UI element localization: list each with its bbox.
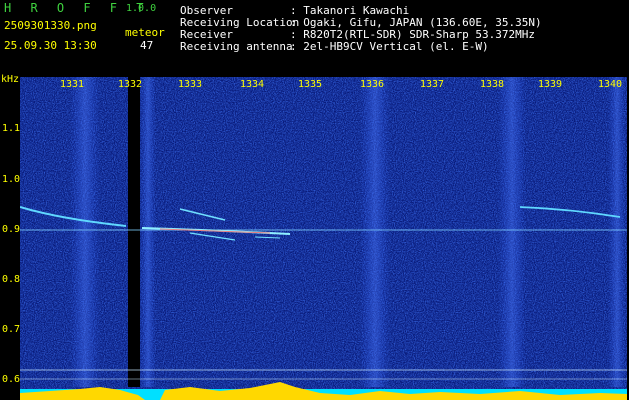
y-tick: 1.1 bbox=[2, 123, 21, 134]
x-tick: 1336 bbox=[360, 79, 385, 90]
noise-band bbox=[360, 77, 390, 387]
antenna-value: : 2el-HB9CV Vertical (el. E-W) bbox=[290, 40, 489, 53]
noise-band bbox=[70, 77, 100, 387]
y-tick: 0.8 bbox=[2, 274, 21, 285]
filename-label: 2509301330.png bbox=[4, 19, 97, 32]
y-tick: 0.9 bbox=[2, 224, 21, 235]
noise-band bbox=[140, 77, 156, 387]
meteor-label: meteor bbox=[125, 26, 165, 39]
data-gap bbox=[128, 77, 140, 387]
y-tick: 0.6 bbox=[2, 374, 21, 385]
x-tick: 1332 bbox=[118, 79, 143, 90]
y-axis-unit: kHz bbox=[1, 74, 20, 85]
x-tick: 1339 bbox=[538, 79, 563, 90]
x-tick: 1335 bbox=[298, 79, 323, 90]
waterfall-noise bbox=[20, 77, 627, 400]
noise-band bbox=[608, 77, 626, 387]
x-tick: 1340 bbox=[598, 79, 623, 90]
app-version: 1.0.0 bbox=[126, 3, 157, 14]
datetime-label: 25.09.30 13:30 bbox=[4, 39, 97, 52]
x-tick: 1334 bbox=[240, 79, 265, 90]
waterfall-svg bbox=[20, 77, 627, 400]
antenna-label: Receiving antenna bbox=[180, 40, 293, 53]
x-tick: 1331 bbox=[60, 79, 85, 90]
meteor-count: 47 bbox=[140, 39, 154, 52]
noise-band bbox=[498, 77, 526, 387]
x-tick: 1338 bbox=[480, 79, 505, 90]
x-tick: 1333 bbox=[178, 79, 203, 90]
x-tick: 1337 bbox=[420, 79, 445, 90]
y-tick: 0.7 bbox=[2, 324, 21, 335]
header-panel: H R O F F T 1.0.0 2509301330.png meteor … bbox=[0, 0, 629, 72]
waterfall-plot[interactable] bbox=[20, 77, 627, 400]
y-tick: 1.0 bbox=[2, 174, 21, 185]
